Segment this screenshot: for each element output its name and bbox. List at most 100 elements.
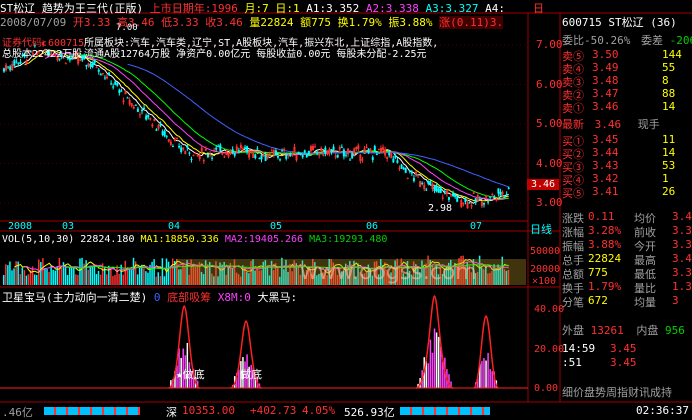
candle-body xyxy=(161,131,164,136)
latest-row: 最新 3.46 现手 xyxy=(562,116,692,132)
candle-body xyxy=(497,188,500,194)
volume-bar xyxy=(116,265,118,285)
ratio-label: 委比-50.26% xyxy=(562,34,631,47)
volume-bar xyxy=(3,274,5,285)
watermark-text: www.oogss.com xyxy=(300,260,477,285)
volume-bar xyxy=(60,267,63,285)
volume-bar xyxy=(157,272,159,285)
volume-bar xyxy=(79,258,81,285)
candle-body xyxy=(114,81,117,85)
candle-body xyxy=(485,195,488,198)
latest-price: 3.46 xyxy=(594,118,622,131)
candle-body xyxy=(295,154,298,161)
vol-ma1: MA1:18850.336 xyxy=(140,234,219,245)
stat-row: 换手 1.79% 量比 1.3 xyxy=(562,280,692,295)
inner-value: 956 xyxy=(665,324,685,337)
candle-body xyxy=(386,157,389,159)
candle-body xyxy=(279,159,282,161)
sat-label-2: 做底 xyxy=(240,368,262,381)
sz-index: 10353.00 xyxy=(182,404,235,417)
price-tick: 3.00 xyxy=(536,196,563,209)
candle-body xyxy=(392,158,395,163)
candle-body xyxy=(369,149,372,152)
stat-value: 22824 xyxy=(588,252,622,265)
candle-body xyxy=(182,147,185,150)
candle-body xyxy=(375,154,378,156)
candle-body xyxy=(246,146,249,153)
candle-body xyxy=(373,146,376,152)
volume-bar xyxy=(153,259,155,285)
ma-line xyxy=(24,49,509,202)
candle-body xyxy=(194,152,197,154)
candle-body xyxy=(237,150,240,152)
candle-body xyxy=(186,145,189,148)
volume-bar xyxy=(85,260,87,285)
candle-body xyxy=(264,154,267,161)
candle-body xyxy=(478,198,481,200)
vol-axis-1: 50000 xyxy=(530,246,561,257)
buy-row: 买② 3.44 14 xyxy=(562,146,689,161)
candle-body xyxy=(507,187,510,189)
tick-row: 14:59 3.45 xyxy=(562,342,689,355)
stat-value: 672 xyxy=(588,294,608,307)
period-label[interactable]: 日线 xyxy=(530,221,552,237)
candle-body xyxy=(281,150,284,152)
period-button[interactable]: 日 xyxy=(533,0,544,16)
order-price: 3.50 xyxy=(592,48,619,61)
candle-body xyxy=(415,172,417,175)
candle-body xyxy=(91,62,94,68)
candle-body xyxy=(252,153,255,159)
candle-body xyxy=(454,193,457,198)
quote-panel: 600715 ST松辽 (36) 委比-50.26% 委差 -206 卖⑤3.5… xyxy=(562,14,692,402)
candle-body xyxy=(190,159,193,161)
candle-body xyxy=(332,146,335,150)
candle-body xyxy=(338,147,341,150)
candle-body xyxy=(5,64,8,71)
order-volume: 14 xyxy=(662,100,676,113)
candle-body xyxy=(361,159,364,161)
candle-body xyxy=(505,194,508,196)
candle-body xyxy=(11,64,14,71)
candle-body xyxy=(178,145,181,148)
sell-row: 卖② 3.47 88 xyxy=(562,87,689,102)
eps: 每股收益0.00元 xyxy=(256,49,331,60)
ohlc-bar: 2008/07/09 开3.33 高3.46 低3.33 收3.46 量2282… xyxy=(0,14,504,30)
status-market-bar-2 xyxy=(400,407,490,415)
sell-row: 卖④ 3.49 55 xyxy=(562,61,689,76)
time-tick: 03 xyxy=(62,221,75,232)
candle-body xyxy=(353,148,356,155)
time-tick: 06 xyxy=(366,221,379,232)
candle-body xyxy=(334,155,337,158)
panel-footer-tabs[interactable]: 细价盘势周指财讯成持 xyxy=(562,384,672,400)
candle-body xyxy=(433,186,436,192)
candle-body xyxy=(412,178,415,182)
sat-bar xyxy=(491,371,493,388)
candle-body xyxy=(231,149,234,153)
candle-body xyxy=(196,155,199,157)
ohlc-volume: 量22824 xyxy=(249,16,294,29)
buy-row: 买④ 3.42 1 xyxy=(562,172,689,187)
volume-bar xyxy=(44,268,46,285)
candle-body xyxy=(491,193,494,195)
order-price: 3.42 xyxy=(592,172,619,185)
stat-value-2: 1.3 xyxy=(672,280,692,293)
buy-row: 买③ 3.43 53 xyxy=(562,159,689,174)
volume-bar xyxy=(147,272,149,285)
candle-body xyxy=(260,155,263,160)
vol-value: 22824.180 xyxy=(80,234,135,245)
candle-body xyxy=(289,153,292,157)
sat-title[interactable]: 卫星宝马(主力动向一清二楚) xyxy=(2,291,147,304)
volume-bar xyxy=(122,274,124,285)
candle-body xyxy=(276,155,279,158)
candle-body xyxy=(450,194,453,196)
candle-body xyxy=(460,200,463,207)
candle-body xyxy=(421,182,424,184)
candle-body xyxy=(89,64,92,68)
volume-bar xyxy=(143,268,145,285)
volume-bar xyxy=(95,274,98,285)
candle-body xyxy=(427,180,430,184)
volume-bar xyxy=(7,265,9,285)
candle-body xyxy=(359,154,362,162)
candle-body xyxy=(437,188,440,193)
candle-body xyxy=(423,184,426,190)
